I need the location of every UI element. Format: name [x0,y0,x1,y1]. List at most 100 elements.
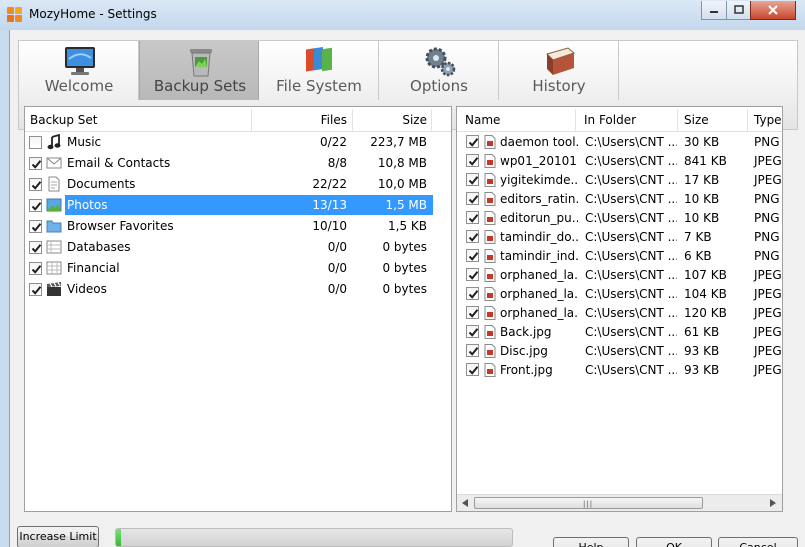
backup-set-row[interactable]: Music 0/22 223,7 MB [25,132,451,152]
column-header-in-folder[interactable]: In Folder [584,109,636,131]
ok-button[interactable]: OK [636,537,712,547]
file-type: JPEG [754,268,782,282]
file-checkbox[interactable] [466,230,479,243]
tab-welcome[interactable]: Welcome [19,41,139,100]
backup-set-row[interactable]: Documents 22/22 10,0 MB [25,174,451,194]
file-checkbox[interactable] [466,135,479,148]
book-icon [546,47,576,75]
tab-history[interactable]: History [499,41,619,100]
image-file-icon [484,249,496,263]
scroll-thumb[interactable]: ||| [474,497,703,509]
backup-set-checkbox[interactable] [29,283,42,296]
increase-limit-button[interactable]: Increase Limit [17,526,99,547]
file-row[interactable]: tamindir_ind... C:\Users\CNT ... 6 KB PNG [457,246,782,266]
tab-backup-sets[interactable]: Backup Sets [139,41,259,100]
file-type: JPEG [754,154,782,168]
backup-set-row[interactable]: Browser Favorites 10/10 1,5 KB [25,216,451,236]
scroll-right-icon[interactable] [770,499,776,507]
file-row[interactable]: tamindir_do... C:\Users\CNT ... 7 KB PNG [457,227,782,247]
music-note-icon [47,134,61,150]
file-row[interactable]: orphaned_la... C:\Users\CNT ... 104 KB JPEG [457,284,782,304]
file-row[interactable]: wp01_20101... C:\Users\CNT ... 841 KB JPEG [457,151,782,171]
backup-set-row[interactable]: Email & Contacts 8/8 10,8 MB [25,153,451,173]
backup-set-checkbox[interactable] [29,262,42,275]
backup-set-files: 0/0 [327,282,347,296]
file-folder: C:\Users\CNT ... [585,192,677,206]
column-header-size[interactable]: Size [352,109,427,131]
backup-set-files: 0/22 [320,135,347,149]
folders-icon [306,47,332,72]
file-checkbox[interactable] [466,211,479,224]
backup-set-row[interactable]: Photos 13/13 1,5 MB [25,195,451,215]
file-row[interactable]: Front.jpg C:\Users\CNT ... 93 KB JPEG [457,360,782,380]
image-file-icon [484,363,496,377]
file-checkbox[interactable] [466,173,479,186]
minimize-button[interactable] [701,1,727,20]
backup-set-checkbox[interactable] [29,136,42,149]
backup-set-checkbox[interactable] [29,178,42,191]
file-size: 10 KB [684,192,720,206]
backup-set-row[interactable]: Videos 0/0 0 bytes [25,279,451,299]
backup-set-size: 223,7 MB [370,135,427,149]
column-header-name[interactable]: Name [465,109,500,131]
column-divider[interactable] [677,109,678,131]
file-row[interactable]: yigitekimde... C:\Users\CNT ... 17 KB JPEG [457,170,782,190]
file-row[interactable]: orphaned_la... C:\Users\CNT ... 120 KB JPEG [457,303,782,323]
scroll-left-icon[interactable] [462,499,468,507]
backup-set-name: Databases [67,240,131,254]
file-checkbox[interactable] [466,192,479,205]
file-size: 104 KB [684,287,727,301]
column-divider[interactable] [575,109,576,131]
backup-set-checkbox[interactable] [29,241,42,254]
column-header-files[interactable]: Files [251,109,347,131]
backup-set-checkbox[interactable] [29,157,42,170]
image-file-icon [484,211,496,225]
column-header-type[interactable]: Type [754,109,782,131]
tab-file-system[interactable]: File System [259,41,379,100]
file-checkbox[interactable] [466,249,479,262]
file-size: 120 KB [684,306,727,320]
clapperboard-icon [47,282,61,296]
file-name: Front.jpg [500,363,553,377]
file-folder: C:\Users\CNT ... [585,173,677,187]
file-folder: C:\Users\CNT ... [585,344,677,358]
horizontal-scrollbar[interactable]: ||| [457,494,782,511]
file-checkbox[interactable] [466,154,479,167]
backup-set-checkbox[interactable] [29,199,42,212]
backup-set-row[interactable]: Financial 0/0 0 bytes [25,258,451,278]
files-list[interactable]: Name In Folder Size Type daemon tool... C… [456,106,783,512]
backup-set-row[interactable]: Databases 0/0 0 bytes [25,237,451,257]
column-divider[interactable] [747,109,748,131]
cancel-button[interactable]: Cancel [718,537,798,547]
file-row[interactable]: editorun_pu... C:\Users\CNT ... 10 KB PNG [457,208,782,228]
help-button[interactable]: Help [553,537,629,547]
column-header-backup-set[interactable]: Backup Set [30,109,98,131]
close-button[interactable] [750,1,796,20]
file-checkbox[interactable] [466,344,479,357]
title-bar[interactable]: MozyHome - Settings [0,0,805,30]
backup-set-files: 22/22 [312,177,347,191]
file-row[interactable]: Back.jpg C:\Users\CNT ... 61 KB JPEG [457,322,782,342]
column-divider[interactable] [431,109,432,131]
file-folder: C:\Users\CNT ... [585,249,677,263]
file-row[interactable]: editors_ratin... C:\Users\CNT ... 10 KB PNG [457,189,782,209]
file-type: PNG [754,230,780,244]
file-row[interactable]: daemon tool... C:\Users\CNT ... 30 KB PNG [457,132,782,152]
image-file-icon [484,135,496,149]
file-checkbox[interactable] [466,363,479,376]
tab-options[interactable]: Options [379,41,499,100]
backup-set-checkbox[interactable] [29,220,42,233]
file-checkbox[interactable] [466,306,479,319]
file-checkbox[interactable] [466,287,479,300]
file-checkbox[interactable] [466,268,479,281]
file-name: tamindir_ind... [500,249,578,263]
backup-set-name: Photos [67,198,108,212]
file-row[interactable]: Disc.jpg C:\Users\CNT ... 93 KB JPEG [457,341,782,361]
settings-window: Welcome Backup Sets File System Options … [9,30,805,547]
backup-sets-list[interactable]: Backup Set Files Size Music 0/22 223,7 MB E… [24,106,452,512]
file-checkbox[interactable] [466,325,479,338]
maximize-button[interactable] [726,1,751,20]
column-header-size[interactable]: Size [684,109,709,131]
file-row[interactable]: orphaned_la... C:\Users\CNT ... 107 KB JPEG [457,265,782,285]
spreadsheet-icon [46,261,62,275]
